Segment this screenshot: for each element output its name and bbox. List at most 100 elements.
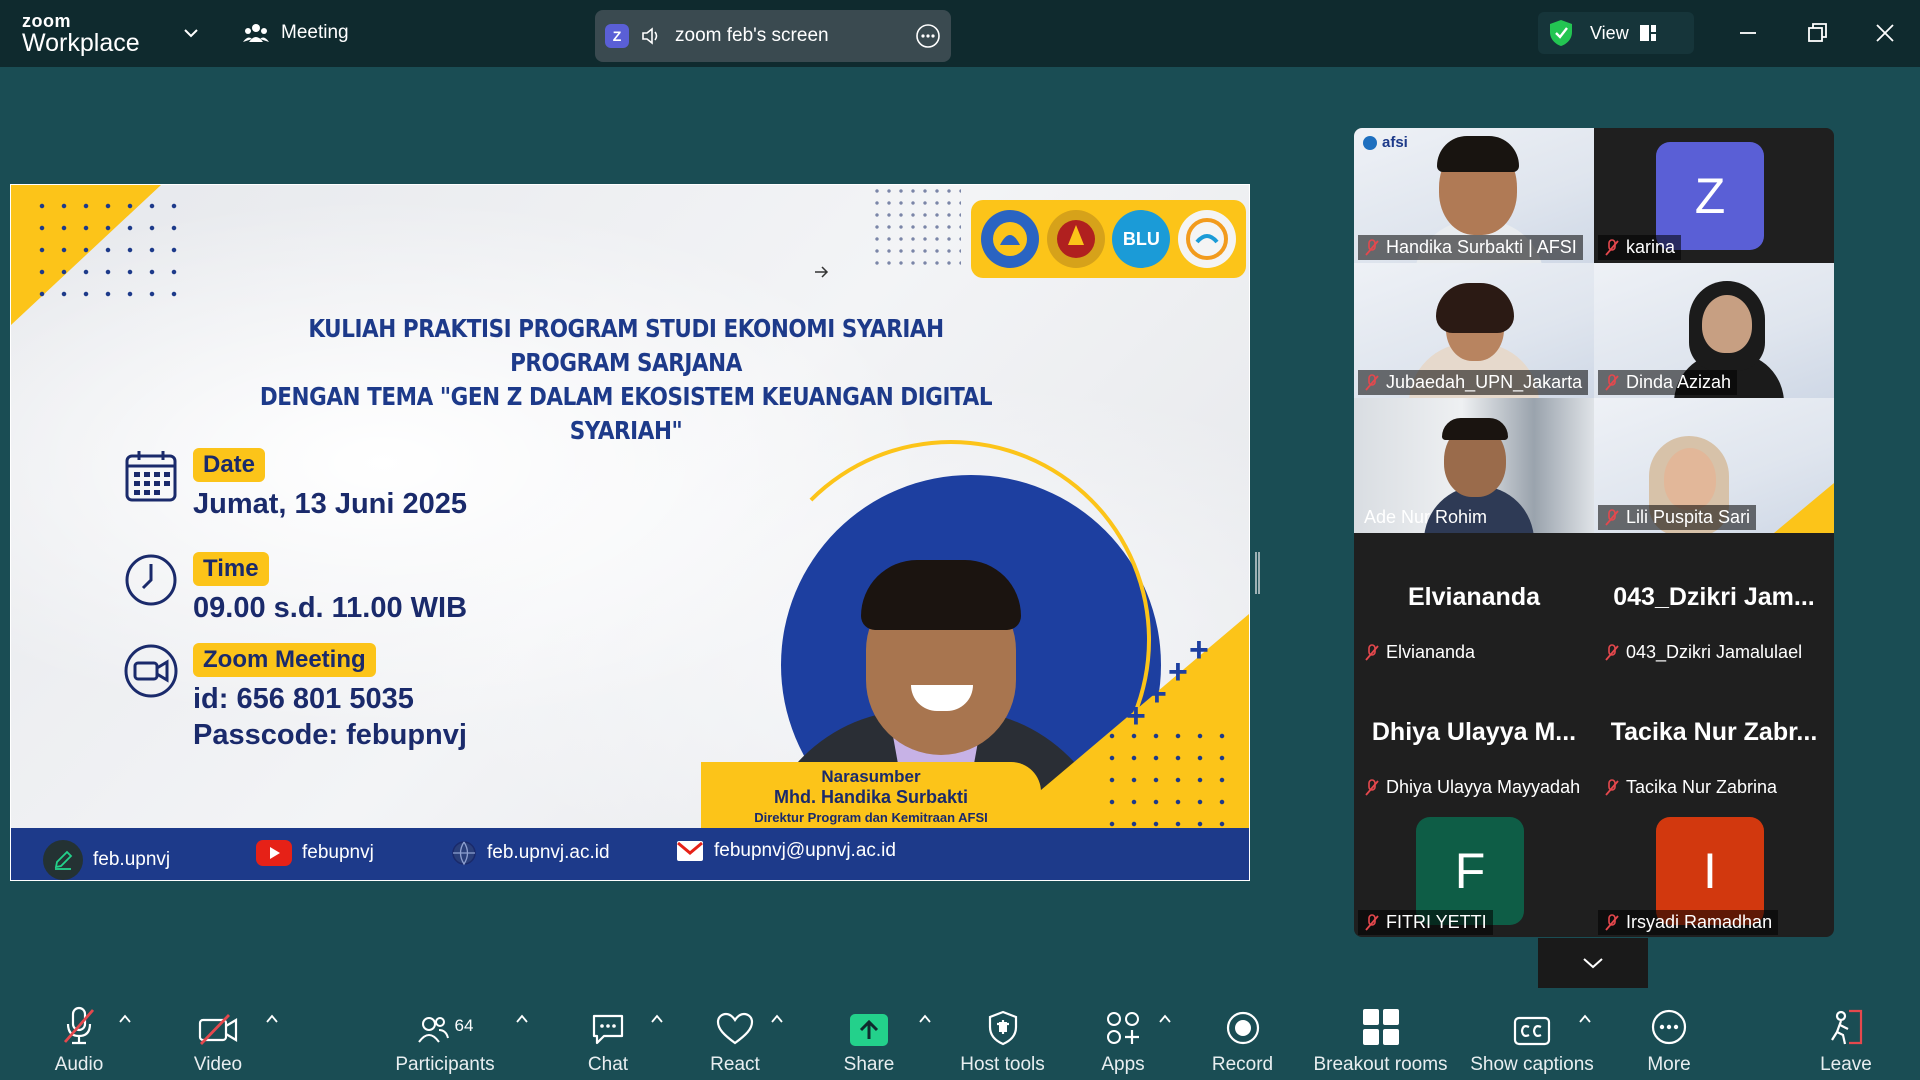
participants-button[interactable]: 64 Participants [390, 990, 500, 1080]
speaker-name: Mhd. Handika Surbakti [773, 787, 969, 807]
slide-background-decoration [1774, 483, 1834, 533]
participants-icon [417, 1017, 449, 1043]
host-tools-button[interactable]: Host tools [955, 990, 1050, 1080]
participant-tile-active-speaker[interactable]: Ade Nur Rohim [1354, 398, 1594, 533]
blu-logo-icon: BLU [1112, 210, 1171, 268]
avatar: F [1416, 817, 1524, 925]
share-button[interactable]: Share [843, 990, 895, 1080]
participants-options-caret-icon[interactable] [515, 1012, 529, 1026]
globe-icon [452, 841, 476, 866]
participant-tile[interactable]: Dinda Azizah [1594, 263, 1834, 398]
view-button[interactable]: View [1590, 23, 1657, 44]
participant-tile[interactable]: Elviananda Elviananda [1354, 533, 1594, 668]
mic-muted-icon [1365, 778, 1379, 796]
split-resize-handle[interactable] [1255, 552, 1260, 594]
tut-wuri-logo-icon [980, 210, 1039, 268]
minimize-icon[interactable] [1733, 18, 1763, 48]
shield-icon [988, 1010, 1017, 1046]
participant-name: FITRI YETTI [1386, 912, 1487, 932]
participant-name-tag: Elviananda [1358, 640, 1481, 665]
participant-tile[interactable]: Lili Puspita Sari [1594, 398, 1834, 533]
share-options-caret-icon[interactable] [918, 1012, 932, 1026]
participant-tile[interactable]: Z karina [1594, 128, 1834, 263]
participant-name-tag: 043_Dzikri Jamalulael [1598, 640, 1808, 665]
participant-name-tag: Handika Surbakti | AFSI [1358, 235, 1583, 260]
meeting-toolbar: Audio Video 64 Participants Chat React S… [0, 990, 1920, 1080]
website-url: feb.upnvj.ac.id [487, 842, 610, 863]
apps-button[interactable]: Apps [1098, 990, 1148, 1080]
more-icon [1651, 1009, 1687, 1045]
video-options-caret-icon[interactable] [265, 1012, 279, 1026]
breakout-rooms-button[interactable]: Breakout rooms [1313, 990, 1448, 1080]
meeting-menu[interactable]: Meeting [243, 22, 349, 44]
video-button[interactable]: Video [183, 990, 253, 1080]
participant-tile[interactable]: I Irsyadi Ramadhan [1594, 803, 1834, 937]
participant-name: Ade Nur Rohim [1364, 507, 1488, 527]
chevron-down-icon [1583, 958, 1603, 969]
apps-options-caret-icon[interactable] [1158, 1012, 1172, 1026]
slide-title-line2: DENGAN TEMA "GEN Z DALAM EKOSISTEM KEUAN… [259, 382, 993, 445]
leave-button[interactable]: Leave [1818, 990, 1874, 1080]
participant-display-name: Elviananda [1408, 583, 1540, 611]
mic-muted-icon [1605, 508, 1619, 526]
zoom-passcode: Passcode: febupnvj [193, 719, 467, 751]
participant-tile[interactable]: Jubaedah_UPN_Jakarta [1354, 263, 1594, 398]
audio-options-caret-icon[interactable] [118, 1012, 132, 1026]
dot-pattern-decoration [1101, 725, 1241, 835]
logo-workplace-text: Workplace [22, 29, 140, 57]
speaker-caption: Narasumber Mhd. Handika Surbakti Direktu… [701, 762, 1041, 832]
view-label: View [1590, 22, 1629, 43]
grid-view-icon [1639, 25, 1656, 41]
avatar: Z [1656, 142, 1764, 250]
berdampak-logo-icon [1178, 210, 1237, 268]
chat-label: Chat [587, 1054, 629, 1075]
record-button[interactable]: Record [1210, 990, 1275, 1080]
mic-muted-icon [1605, 913, 1619, 931]
participant-face [1664, 448, 1716, 510]
participant-name: Handika Surbakti | AFSI [1386, 237, 1577, 257]
mic-muted-icon [1605, 238, 1619, 256]
zoom-id: id: 656 801 5035 [193, 683, 414, 715]
slide-title: KULIAH PRAKTISI PROGRAM STUDI EKONOMI SY… [248, 312, 1005, 448]
participant-tile[interactable]: afsi Handika Surbakti | AFSI [1354, 128, 1594, 263]
show-captions-label: Show captions [1470, 1054, 1594, 1075]
plus-decoration-icon: + [1189, 631, 1209, 669]
chevron-down-icon[interactable] [182, 24, 200, 42]
chat-bubble-icon [592, 1014, 624, 1045]
mic-muted-icon [1605, 643, 1619, 661]
restore-icon[interactable] [1802, 18, 1832, 48]
participant-name: Dhiya Ulayya Mayyadah [1386, 777, 1581, 797]
record-label: Record [1211, 1054, 1274, 1075]
participant-tile[interactable]: Dhiya Ulayya M... Dhiya Ulayya Mayyadah [1354, 668, 1594, 803]
zoom-info: Zoom Meeting id: 656 801 5035 Passcode: … [123, 643, 467, 753]
breakout-rooms-label: Breakout rooms [1313, 1054, 1448, 1075]
participant-tile[interactable]: Tacika Nur Zabr... Tacika Nur Zabrina [1594, 668, 1834, 803]
audio-button[interactable]: Audio [44, 990, 114, 1080]
shared-screen[interactable]: BLU KULIAH PRAKTISI PROGRAM STUDI EKONOM… [10, 184, 1250, 881]
show-captions-button[interactable]: Show captions [1470, 990, 1594, 1080]
react-button[interactable]: React [710, 990, 760, 1080]
mic-muted-icon [1365, 238, 1379, 256]
gallery-next-page-button[interactable] [1538, 938, 1648, 988]
share-screen-icon [850, 1014, 888, 1046]
slide-footer: feb.upnvj febupnvj feb.upnvj.ac.id febup… [11, 828, 1249, 880]
screen-share-indicator[interactable]: Z zoom feb's screen [595, 10, 951, 62]
time-info: Time 09.00 s.d. 11.00 WIB [123, 552, 467, 626]
plus-decoration-icon: + [1168, 653, 1188, 691]
date-label: Date [193, 448, 266, 482]
more-button[interactable]: More [1643, 990, 1695, 1080]
shield-check-icon[interactable] [1548, 19, 1574, 47]
annotate-pen-icon[interactable] [43, 840, 83, 880]
chat-options-caret-icon[interactable] [650, 1012, 664, 1026]
more-options-icon[interactable] [915, 23, 941, 49]
chat-button[interactable]: Chat [583, 990, 633, 1080]
captions-options-caret-icon[interactable] [1578, 1012, 1592, 1026]
microphone-muted-icon [63, 1006, 95, 1045]
react-options-caret-icon[interactable] [770, 1012, 784, 1026]
participant-tile[interactable]: F FITRI YETTI [1354, 803, 1594, 937]
participant-tile[interactable]: 043_Dzikri Jam... 043_Dzikri Jamalulael [1594, 533, 1834, 668]
participant-face [1702, 295, 1752, 353]
participant-name-tag: Tacika Nur Zabrina [1598, 775, 1783, 800]
close-icon[interactable] [1870, 18, 1900, 48]
participant-name-tag: Irsyadi Ramadhan [1598, 910, 1779, 935]
